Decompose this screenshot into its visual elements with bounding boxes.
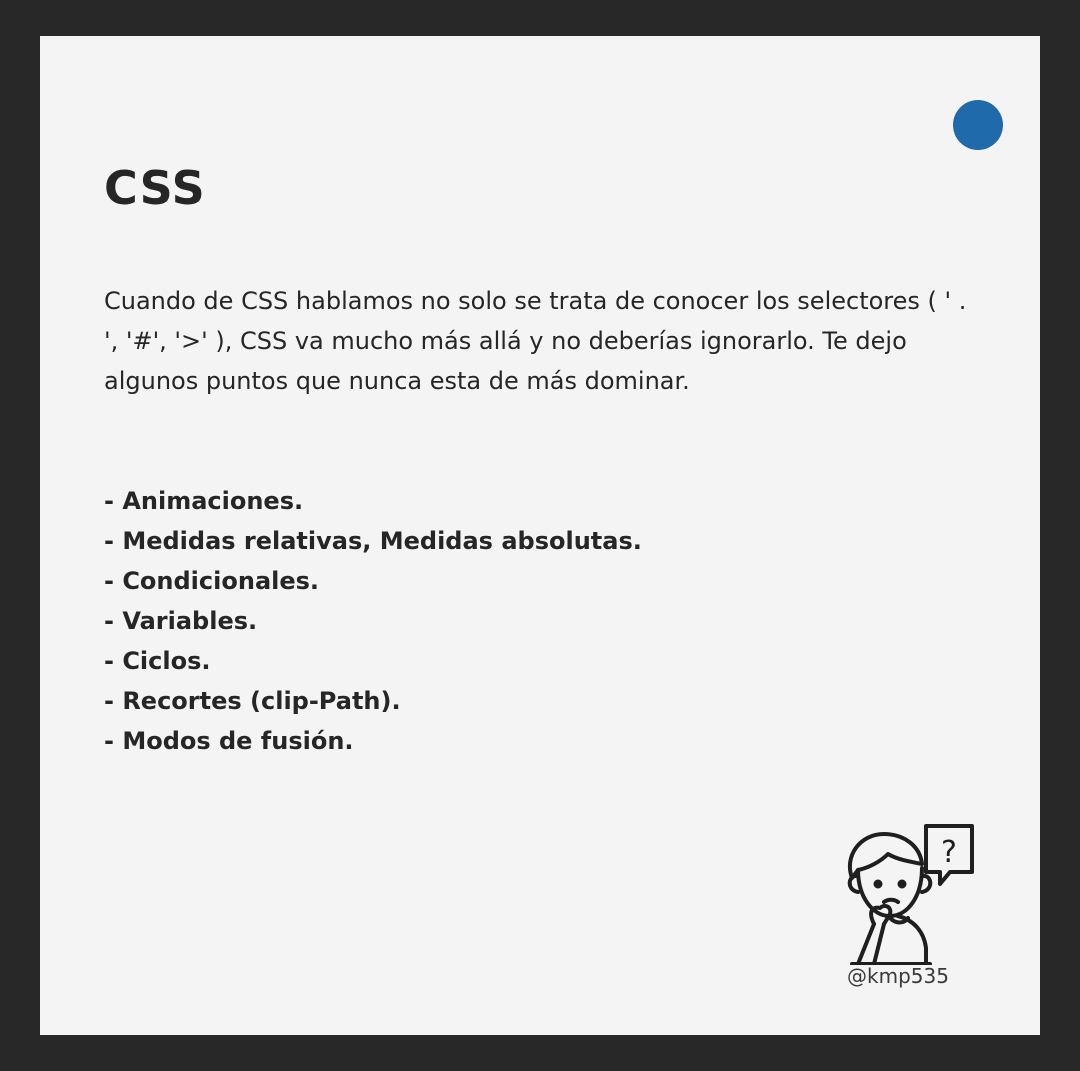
collar <box>888 916 910 925</box>
arm-inner <box>872 922 886 965</box>
list-item: - Modos de fusión. <box>104 727 354 755</box>
list-item: - Recortes (clip-Path). <box>104 687 401 715</box>
topics-list: - Animaciones. - Medidas relativas, Medi… <box>104 481 642 761</box>
list-item: - Variables. <box>104 607 258 635</box>
post-card: CSS Cuando de CSS hablamos no solo se tr… <box>40 36 1040 1035</box>
thinking-person-icon: ? <box>847 824 974 965</box>
mouth <box>882 897 900 904</box>
hair-shape <box>848 832 924 880</box>
post-title: CSS <box>104 161 206 215</box>
author-handle: @kmp535 <box>847 964 949 988</box>
intro-paragraph: Cuando de CSS hablamos no solo se trata … <box>104 287 967 395</box>
accent-dot <box>953 100 1003 150</box>
list-item: - Condicionales. <box>104 567 320 595</box>
question-mark: ? <box>941 835 957 870</box>
arm-shape <box>856 922 876 965</box>
right-eye <box>897 879 907 889</box>
left-eye <box>873 879 883 889</box>
list-item: - Ciclos. <box>104 647 211 675</box>
list-item: - Animaciones. <box>104 487 304 515</box>
list-item: - Medidas relativas, Medidas absolutas. <box>104 527 642 555</box>
